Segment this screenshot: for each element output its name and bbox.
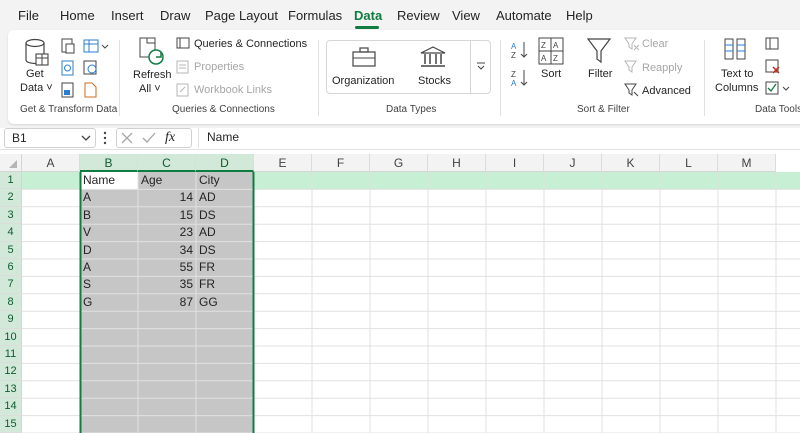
column-header-l[interactable]: L — [660, 154, 718, 172]
cell[interactable]: AD — [196, 189, 254, 206]
cell[interactable]: B — [80, 207, 138, 224]
row-header-6[interactable]: 6 — [0, 259, 22, 277]
row-header-3[interactable]: 3 — [0, 206, 22, 225]
cell[interactable]: G — [80, 294, 138, 311]
row-header-13[interactable]: 13 — [0, 380, 22, 399]
cell[interactable]: 55 — [138, 259, 196, 276]
column-header-k[interactable]: K — [602, 154, 660, 172]
row-header-4[interactable]: 4 — [0, 224, 22, 242]
cell[interactable]: GG — [196, 294, 254, 311]
cell[interactable]: AD — [196, 224, 254, 241]
column-header-c[interactable]: C — [138, 154, 196, 172]
cell[interactable]: 15 — [138, 207, 196, 224]
column-header-i[interactable]: I — [486, 154, 544, 172]
row-header-5[interactable]: 5 — [0, 241, 22, 259]
cell[interactable]: DS — [196, 242, 254, 259]
cell[interactable]: FR — [196, 276, 254, 293]
row-header-8[interactable]: 8 — [0, 293, 22, 312]
cell[interactable]: D — [80, 242, 138, 259]
cell[interactable]: FR — [196, 259, 254, 276]
cell[interactable]: S — [80, 276, 138, 293]
column-header-m[interactable]: M — [718, 154, 776, 172]
row-header-2[interactable]: 2 — [0, 189, 22, 207]
row-header-12[interactable]: 12 — [0, 363, 22, 381]
cell[interactable]: 87 — [138, 294, 196, 311]
row-header-10[interactable]: 10 — [0, 328, 22, 346]
cell[interactable]: A — [80, 189, 138, 206]
column-header-h[interactable]: H — [428, 154, 486, 172]
column-header-d[interactable]: D — [196, 154, 254, 172]
column-header-g[interactable]: G — [370, 154, 428, 172]
column-header-e[interactable]: E — [254, 154, 312, 172]
cell[interactable]: Age — [138, 172, 196, 189]
cell[interactable]: City — [196, 172, 254, 189]
cell[interactable]: A — [80, 259, 138, 276]
row-header-11[interactable]: 11 — [0, 346, 22, 364]
row-header-7[interactable]: 7 — [0, 276, 22, 294]
column-header-j[interactable]: J — [544, 154, 602, 172]
cell[interactable]: 35 — [138, 276, 196, 293]
column-header-f[interactable]: F — [312, 154, 370, 172]
row-header-14[interactable]: 14 — [0, 398, 22, 416]
row-header-1[interactable]: 1 — [0, 172, 22, 190]
row-header-9[interactable]: 9 — [0, 311, 22, 329]
cell[interactable]: 23 — [138, 224, 196, 241]
cell[interactable]: 34 — [138, 242, 196, 259]
column-header-b[interactable]: B — [80, 154, 138, 172]
column-header-a[interactable]: A — [22, 154, 80, 172]
cell[interactable]: 14 — [138, 189, 196, 206]
row-header-15[interactable]: 15 — [0, 415, 22, 433]
cell[interactable]: DS — [196, 207, 254, 224]
cell[interactable]: Name — [80, 172, 138, 189]
cell[interactable]: V — [80, 224, 138, 241]
